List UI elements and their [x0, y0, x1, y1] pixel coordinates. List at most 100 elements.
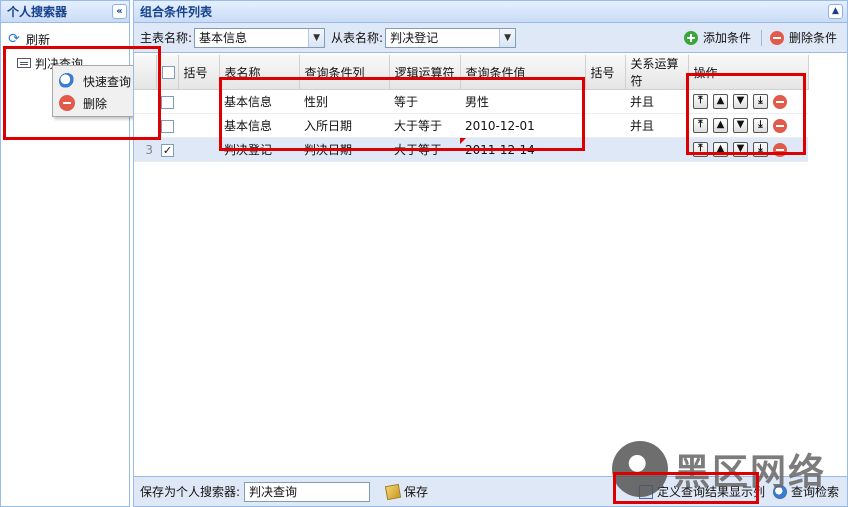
- row-number: 3: [134, 137, 156, 162]
- move-top-icon[interactable]: ⤒: [693, 142, 708, 157]
- col-header-lparen[interactable]: 括号: [178, 55, 220, 90]
- move-bottom-icon[interactable]: ⤓: [753, 118, 768, 133]
- main-table-select[interactable]: 基本信息 ▼: [194, 27, 326, 48]
- col-header-table[interactable]: 表名称: [219, 55, 300, 90]
- move-up-icon[interactable]: ▲: [713, 142, 728, 157]
- move-down-icon[interactable]: ▼: [733, 118, 748, 133]
- chevron-down-icon[interactable]: ▼: [308, 28, 325, 47]
- row-checkbox[interactable]: [161, 95, 174, 109]
- add-condition-button[interactable]: 添加条件: [683, 29, 751, 46]
- cell-table[interactable]: 判决登记: [219, 137, 299, 162]
- save-pencil-icon: [384, 483, 402, 500]
- columns-icon: [638, 484, 653, 499]
- row-number: [134, 113, 156, 138]
- cell-rparen[interactable]: [585, 89, 625, 114]
- cell-column[interactable]: 入所日期: [299, 113, 389, 138]
- left-panel-header: 个人搜索器: [1, 1, 129, 23]
- sub-table-select[interactable]: 判决登记 ▼: [385, 27, 517, 48]
- remove-condition-label: 删除条件: [788, 31, 837, 45]
- sub-table-value: 判决登记: [390, 31, 439, 45]
- main-panel-title: 组合条件列表: [140, 5, 213, 19]
- table-row[interactable]: 3 ✓ 判决登记 判决日期 大于等于 2011-12-14 ⤒ ▲ ▼ ⤓: [134, 137, 808, 162]
- sub-table-label: 从表名称:: [331, 31, 384, 45]
- chevron-down-icon[interactable]: ▼: [499, 28, 516, 47]
- main-table-value: 基本信息: [199, 31, 248, 45]
- cell-relation[interactable]: 并且: [625, 89, 688, 114]
- col-header-rownum: [134, 55, 157, 90]
- cell-operator[interactable]: 大于等于: [389, 137, 460, 162]
- col-header-value[interactable]: 查询条件值: [460, 55, 586, 90]
- move-down-icon[interactable]: ▼: [733, 142, 748, 157]
- refresh-button[interactable]: ⟳ 刷新: [1, 28, 129, 50]
- delete-row-icon[interactable]: [773, 118, 787, 133]
- cell-relation[interactable]: 并且: [625, 113, 688, 138]
- select-all-checkbox[interactable]: [161, 66, 175, 79]
- save-label: 保存: [404, 485, 429, 499]
- col-header-operator[interactable]: 逻辑运算符: [389, 55, 461, 90]
- row-checkbox-cell: ✓: [156, 137, 178, 162]
- menu-item-label: 快速查询: [83, 74, 132, 89]
- query-button[interactable]: 查询检索: [772, 483, 839, 500]
- magnifier-icon: [772, 484, 787, 499]
- cell-value[interactable]: 2010-12-01: [460, 113, 585, 138]
- cell-actions: ⤒ ▲ ▼ ⤓: [688, 137, 808, 162]
- move-up-icon[interactable]: ▲: [713, 118, 728, 133]
- cell-rparen[interactable]: [585, 137, 625, 162]
- save-button[interactable]: 保存: [384, 483, 429, 500]
- cell-relation[interactable]: [625, 137, 688, 162]
- condition-list-panel: 组合条件列表 ▲ 主表名称: 基本信息 ▼ 从表名称: 判决登记 ▼ 添加条件 …: [133, 0, 848, 507]
- collapse-up-button[interactable]: ▲: [828, 4, 843, 19]
- row-checkbox[interactable]: [161, 119, 174, 133]
- cell-table[interactable]: 基本信息: [219, 113, 299, 138]
- cell-column[interactable]: 性别: [299, 89, 389, 114]
- condition-grid: 括号 表名称 查询条件列 逻辑运算符 查询条件值 括号 关系运算符 操作 基本信…: [134, 55, 809, 162]
- table-row[interactable]: 基本信息 性别 等于 男性 并且 ⤒ ▲ ▼ ⤓: [134, 89, 808, 114]
- move-down-icon[interactable]: ▼: [733, 94, 748, 109]
- col-header-relation[interactable]: 关系运算符: [625, 55, 689, 90]
- delete-row-icon[interactable]: [773, 142, 787, 157]
- save-as-label: 保存为个人搜索器:: [140, 485, 241, 499]
- delete-row-icon[interactable]: [773, 94, 787, 109]
- col-header-rparen[interactable]: 括号: [585, 55, 626, 90]
- bottom-toolbar: 保存为个人搜索器: 判决查询 保存 定义查询结果显示列 查询检索: [134, 476, 847, 506]
- remove-condition-button[interactable]: 删除条件: [769, 29, 837, 46]
- left-panel-title: 个人搜索器: [7, 5, 68, 19]
- col-header-check: [156, 55, 179, 90]
- move-bottom-icon[interactable]: ⤓: [753, 94, 768, 109]
- search-icon: [59, 73, 75, 89]
- save-as-input[interactable]: 判决查询: [244, 481, 371, 502]
- cell-actions: ⤒ ▲ ▼ ⤓: [688, 113, 808, 138]
- cell-lparen[interactable]: [178, 113, 219, 138]
- move-up-icon[interactable]: ▲: [713, 94, 728, 109]
- table-row[interactable]: 基本信息 入所日期 大于等于 2010-12-01 并且 ⤒ ▲ ▼ ⤓: [134, 113, 808, 138]
- cell-rparen[interactable]: [585, 113, 625, 138]
- refresh-icon: ⟳: [8, 31, 20, 47]
- cell-operator[interactable]: 等于: [389, 89, 460, 114]
- collapse-panel-button[interactable]: «: [112, 4, 127, 19]
- row-checkbox-cell: [156, 113, 178, 138]
- cell-table[interactable]: 基本信息: [219, 89, 299, 114]
- refresh-label: 刷新: [26, 32, 51, 47]
- query-label: 查询检索: [790, 485, 839, 499]
- cell-value[interactable]: 男性: [460, 89, 585, 114]
- cell-column[interactable]: 判决日期: [299, 137, 389, 162]
- cell-operator[interactable]: 大于等于: [389, 113, 460, 138]
- move-top-icon[interactable]: ⤒: [693, 94, 708, 109]
- cell-value[interactable]: 2011-12-14: [460, 137, 585, 162]
- menu-item-label: 删除: [83, 96, 108, 111]
- cell-lparen[interactable]: [178, 89, 219, 114]
- row-checkbox-cell: [156, 89, 178, 114]
- cell-lparen[interactable]: [178, 137, 219, 162]
- main-table-label: 主表名称:: [140, 31, 193, 45]
- add-icon: [683, 30, 698, 45]
- add-condition-label: 添加条件: [702, 31, 751, 45]
- col-header-column[interactable]: 查询条件列: [299, 55, 390, 90]
- form-icon: [17, 58, 31, 68]
- move-bottom-icon[interactable]: ⤓: [753, 142, 768, 157]
- cell-actions: ⤒ ▲ ▼ ⤓: [688, 89, 808, 114]
- move-top-icon[interactable]: ⤒: [693, 118, 708, 133]
- main-panel-header: 组合条件列表: [134, 1, 847, 23]
- row-number: [134, 89, 156, 114]
- row-checkbox[interactable]: ✓: [161, 143, 174, 157]
- define-columns-button[interactable]: 定义查询结果显示列: [638, 483, 765, 500]
